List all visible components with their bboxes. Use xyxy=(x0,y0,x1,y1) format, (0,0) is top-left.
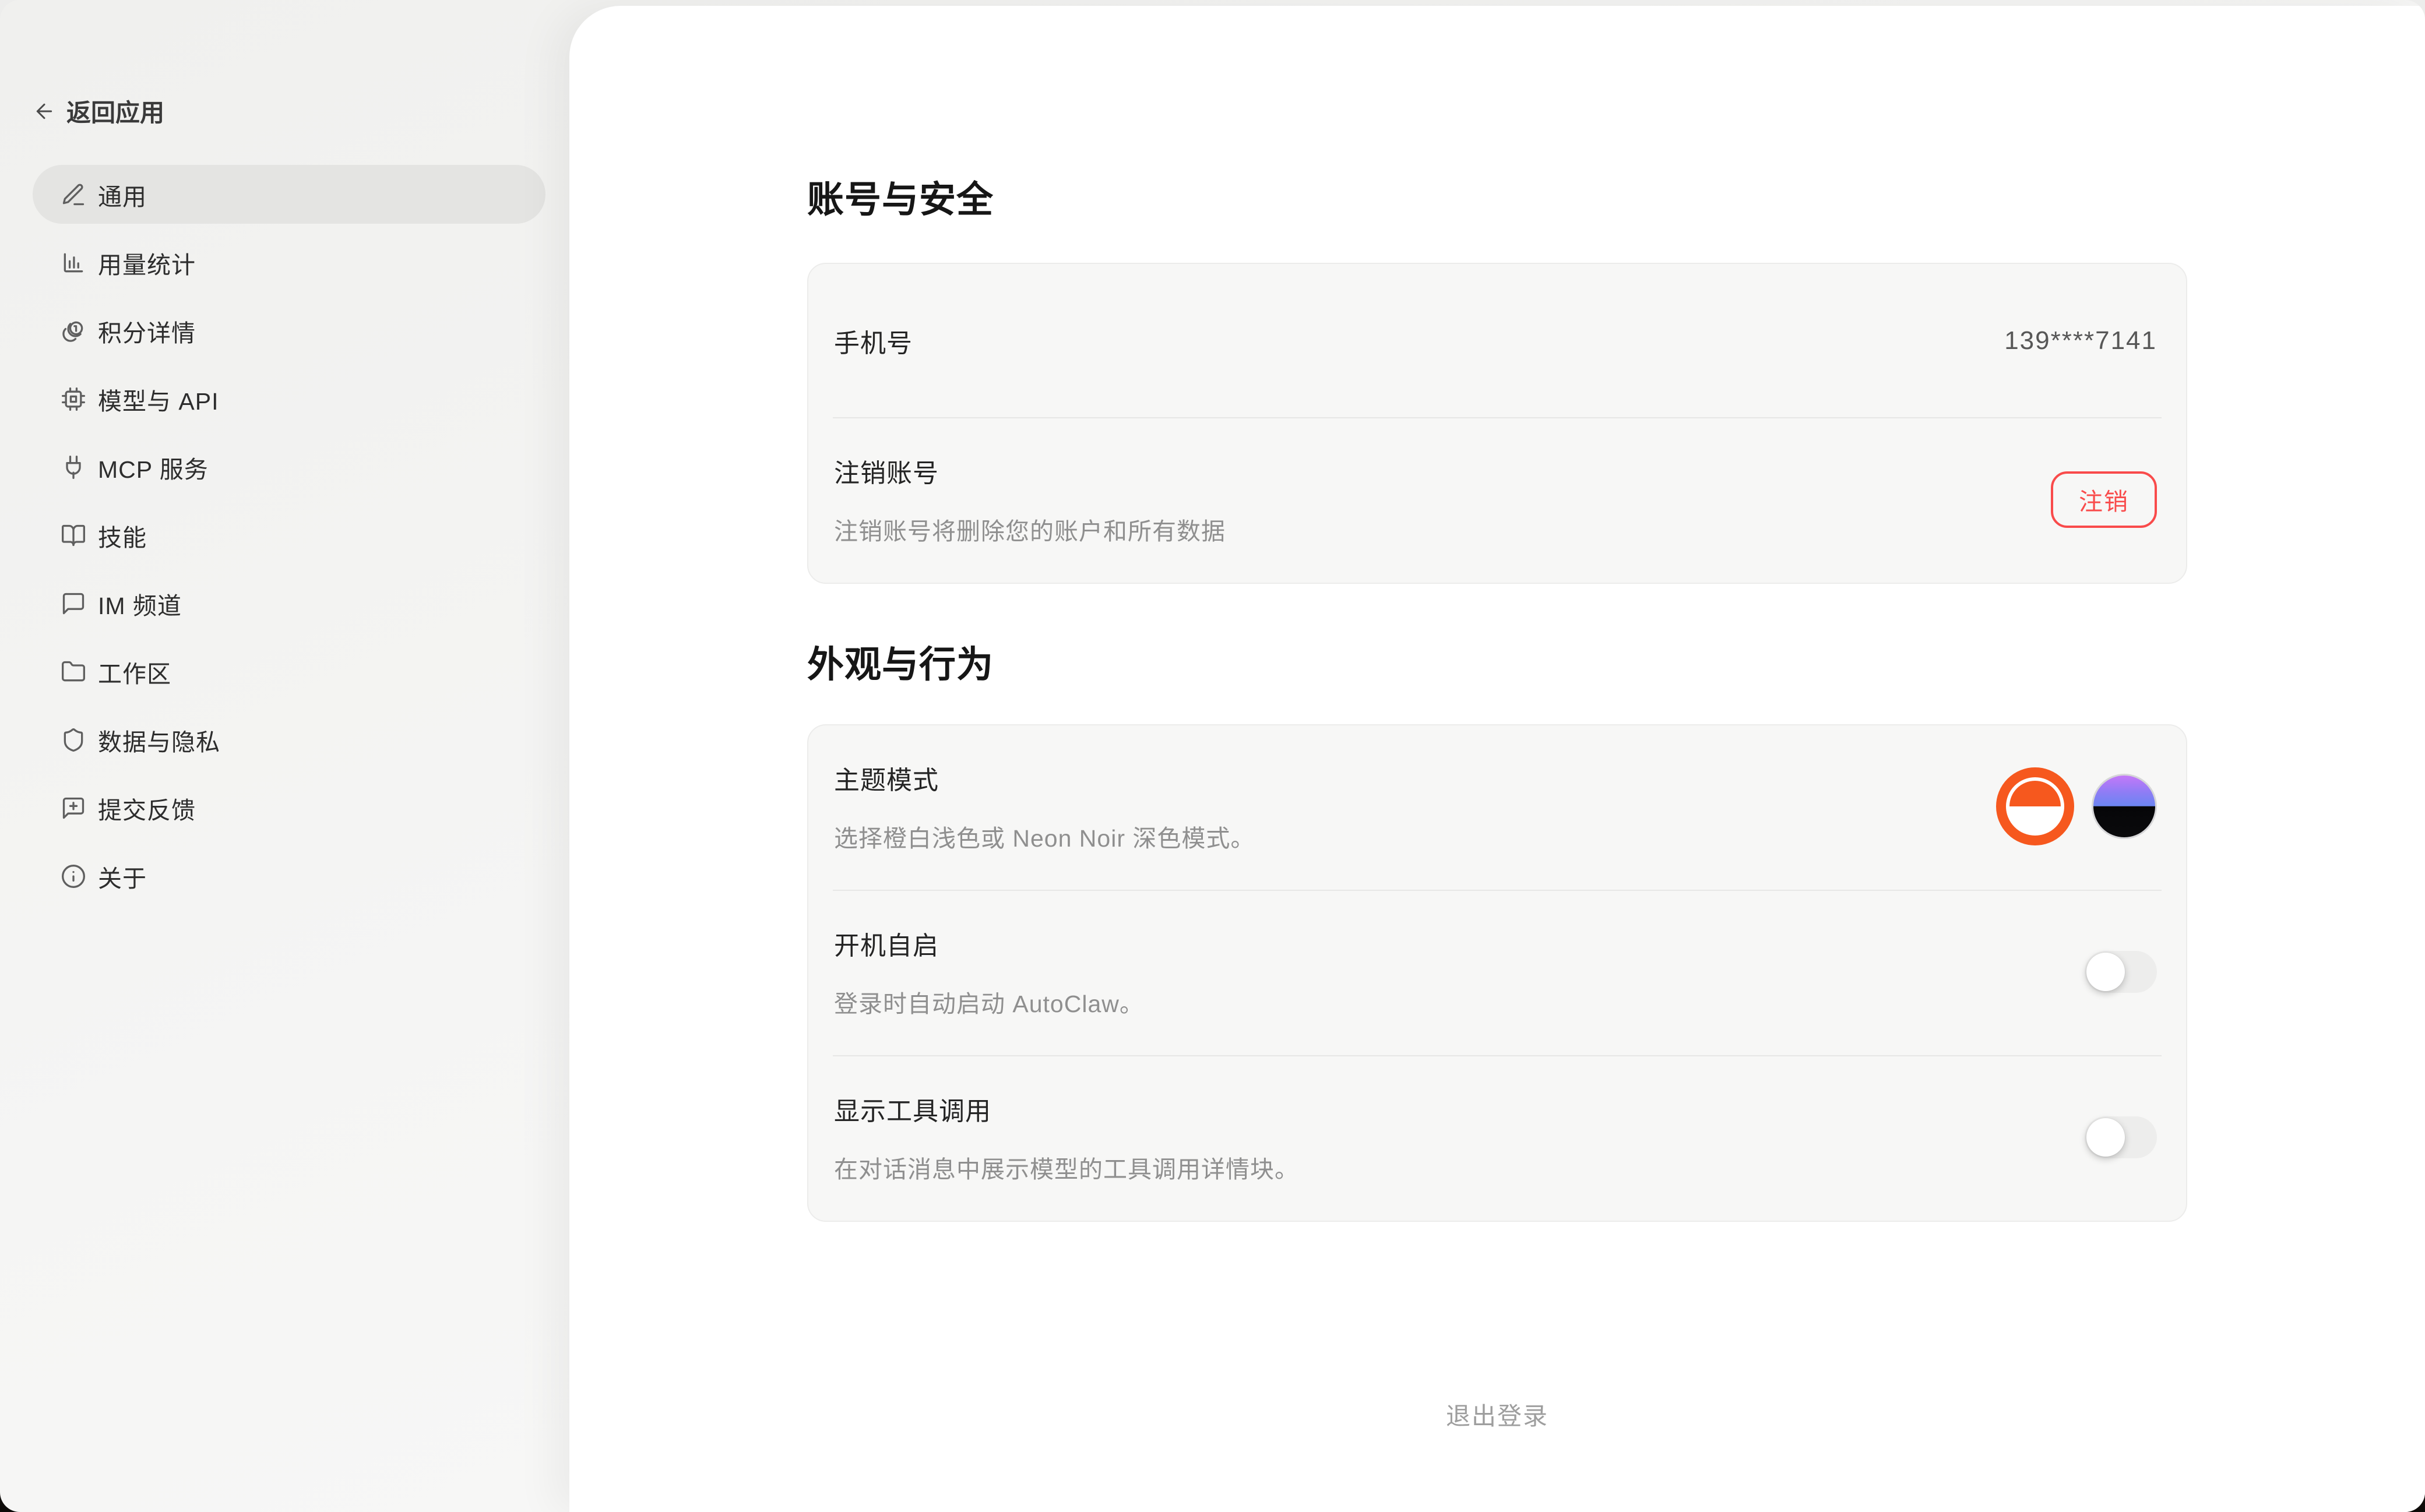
pen-icon xyxy=(61,182,86,207)
message-icon xyxy=(61,591,86,616)
cpu-icon xyxy=(61,386,86,412)
feedback-icon xyxy=(61,795,86,821)
toggle-knob xyxy=(2086,953,2125,991)
sidebar-item-models-api[interactable]: 模型与 API xyxy=(33,369,545,428)
theme-mode-description: 选择橙白浅色或 Neon Noir 深色模式。 xyxy=(834,819,1255,854)
delete-account-row: 注销账号 注销账号将删除您的账户和所有数据 注销 xyxy=(808,418,2186,583)
autostart-description: 登录时自动启动 AutoClaw。 xyxy=(834,984,1144,1019)
theme-swatches xyxy=(1996,767,2157,845)
theme-mode-row: 主题模式 选择橙白浅色或 Neon Noir 深色模式。 xyxy=(808,725,2186,890)
delete-account-button[interactable]: 注销 xyxy=(2051,471,2157,528)
sidebar-item-workspace[interactable]: 工作区 xyxy=(33,642,545,701)
autostart-row: 开机自启 登录时自动启动 AutoClaw。 xyxy=(808,891,2186,1055)
sidebar-item-label: IM 频道 xyxy=(98,586,182,621)
sidebar-item-label: MCP 服务 xyxy=(98,450,209,485)
back-button[interactable]: 返回应用 xyxy=(33,93,164,129)
show-tool-calls-description: 在对话消息中展示模型的工具调用详情块。 xyxy=(834,1150,1299,1185)
show-tool-calls-row: 显示工具调用 在对话消息中展示模型的工具调用详情块。 xyxy=(808,1056,2186,1221)
sidebar-item-label: 积分详情 xyxy=(98,313,196,348)
show-tool-calls-toggle[interactable] xyxy=(2085,1116,2157,1158)
folder-icon xyxy=(61,659,86,685)
bar-chart-icon xyxy=(61,250,86,276)
autostart-label: 开机自启 xyxy=(834,925,1144,962)
sidebar-item-data-privacy[interactable]: 数据与隐私 xyxy=(33,710,545,769)
sidebar-nav: 通用 用量统计 积分详情 模型与 API xyxy=(33,165,545,905)
main-panel: 账号与安全 手机号 139****7141 注销账号 注销账号将删除您的账户和所… xyxy=(569,6,2425,1512)
sidebar-item-label: 工作区 xyxy=(98,654,171,689)
sidebar-item-label: 通用 xyxy=(98,177,147,212)
show-tool-calls-label: 显示工具调用 xyxy=(834,1090,1299,1127)
sidebar-item-usage-stats[interactable]: 用量统计 xyxy=(33,233,545,292)
account-security-title: 账号与安全 xyxy=(807,170,2187,223)
phone-value: 139****7141 xyxy=(2004,326,2157,355)
phone-row: 手机号 139****7141 xyxy=(808,264,2186,417)
shield-icon xyxy=(61,727,86,753)
theme-mode-label: 主题模式 xyxy=(834,759,1255,796)
sidebar-item-im-channels[interactable]: IM 频道 xyxy=(33,574,545,633)
sidebar-item-label: 关于 xyxy=(98,859,147,894)
delete-account-description: 注销账号将删除您的账户和所有数据 xyxy=(834,512,1226,547)
back-label: 返回应用 xyxy=(66,93,164,129)
coins-icon xyxy=(61,318,86,344)
info-icon xyxy=(61,864,86,889)
sidebar-item-feedback[interactable]: 提交反馈 xyxy=(33,778,545,837)
appearance-behavior-title: 外观与行为 xyxy=(807,635,2187,688)
sidebar-item-about[interactable]: 关于 xyxy=(33,847,545,905)
settings-window: 返回应用 通用 用量统计 积分详情 xyxy=(0,0,2425,1512)
theme-light-swatch[interactable] xyxy=(1996,767,2074,845)
arrow-left-icon xyxy=(33,100,56,123)
sidebar-item-skills[interactable]: 技能 xyxy=(33,506,545,565)
logout-button[interactable]: 退出登录 xyxy=(807,1397,2187,1467)
toggle-knob xyxy=(2086,1118,2125,1157)
phone-label: 手机号 xyxy=(834,322,913,360)
theme-light-swatch-fill xyxy=(2009,781,2061,832)
sidebar-item-credits[interactable]: 积分详情 xyxy=(33,301,545,360)
book-open-icon xyxy=(61,523,86,548)
sidebar-item-mcp-services[interactable]: MCP 服务 xyxy=(33,438,545,496)
autostart-toggle[interactable] xyxy=(2085,951,2157,993)
sidebar-item-label: 提交反馈 xyxy=(98,791,196,826)
sidebar-item-label: 数据与隐私 xyxy=(98,722,220,757)
sidebar-item-general[interactable]: 通用 xyxy=(33,165,545,224)
sidebar-item-label: 技能 xyxy=(98,518,147,553)
sidebar-item-label: 模型与 API xyxy=(98,382,219,417)
plug-icon xyxy=(61,454,86,480)
appearance-card: 主题模式 选择橙白浅色或 Neon Noir 深色模式。 开机自启 登录时自动 xyxy=(807,724,2187,1222)
delete-account-label: 注销账号 xyxy=(834,452,1226,489)
settings-content: 账号与安全 手机号 139****7141 注销账号 注销账号将删除您的账户和所… xyxy=(807,6,2187,1467)
account-card: 手机号 139****7141 注销账号 注销账号将删除您的账户和所有数据 注销 xyxy=(807,263,2187,584)
sidebar-item-label: 用量统计 xyxy=(98,245,196,280)
theme-dark-swatch[interactable] xyxy=(2092,774,2157,839)
sidebar: 返回应用 通用 用量统计 积分详情 xyxy=(0,0,569,1512)
